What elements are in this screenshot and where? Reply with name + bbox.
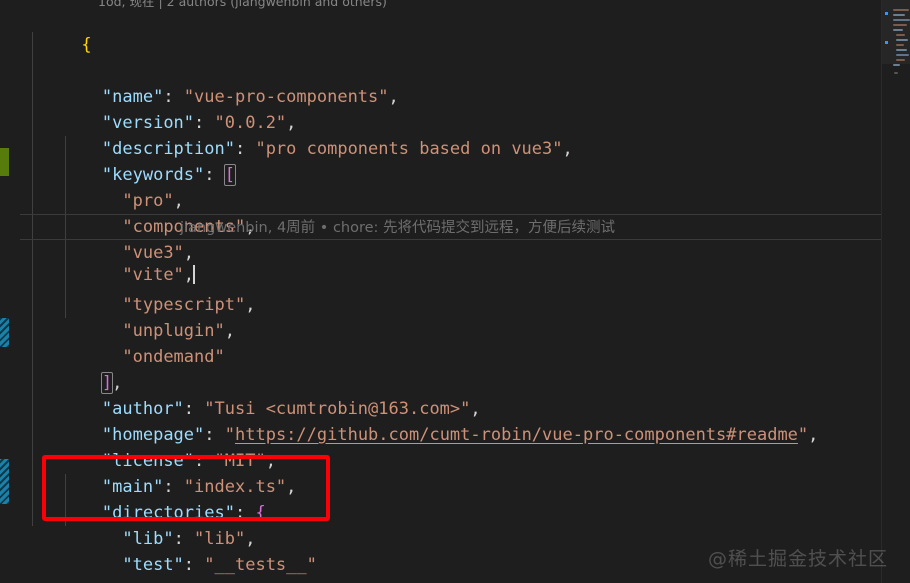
gutter-marker-added[interactable] bbox=[0, 148, 9, 176]
gutter-marker-modified[interactable] bbox=[0, 318, 9, 347]
code-line[interactable]: { bbox=[20, 6, 882, 55]
minimap-marker bbox=[885, 12, 888, 15]
token-colon: : bbox=[173, 529, 195, 549]
code-line[interactable]: "vue3", bbox=[20, 188, 882, 263]
code-content[interactable]: { "name": "vue-pro-components", "version… bbox=[20, 6, 882, 583]
indent-guide bbox=[65, 500, 66, 526]
minimap-line bbox=[896, 44, 904, 46]
indent-guide bbox=[32, 215, 33, 239]
minimap-line bbox=[896, 39, 908, 41]
code-line[interactable]: "lib": "lib", bbox=[20, 474, 882, 549]
minimap-line bbox=[896, 49, 907, 51]
minimap[interactable] bbox=[882, 0, 910, 583]
code-line[interactable]: "name": "vue-pro-components", bbox=[20, 32, 882, 107]
code-line[interactable]: "license": "MIT", bbox=[20, 396, 882, 471]
token-comma: , bbox=[245, 529, 256, 549]
indent-guide bbox=[32, 58, 33, 84]
indent-guide bbox=[65, 474, 66, 500]
indent-guide bbox=[32, 188, 33, 214]
code-line[interactable]: "pro", bbox=[20, 136, 882, 211]
minimap-line bbox=[896, 59, 905, 61]
minimap-line bbox=[896, 54, 909, 56]
inline-git-blame[interactable]: jiangwenbin, 4周前 • chore: 先将代码提交到远程，方便后续… bbox=[180, 215, 615, 241]
code-line[interactable]: "test": "__tests__" bbox=[20, 500, 882, 575]
code-line[interactable]: "components", bbox=[20, 162, 882, 237]
indent-guide bbox=[32, 292, 33, 318]
indent-guide bbox=[65, 162, 66, 188]
indent-guide bbox=[32, 240, 33, 266]
diff-gutter[interactable] bbox=[0, 0, 9, 583]
code-line[interactable]: "version": "0.0.2", bbox=[20, 58, 882, 133]
indent-guide bbox=[65, 136, 66, 162]
minimap-line bbox=[893, 24, 907, 26]
indent-guide bbox=[65, 188, 66, 214]
indent-guide bbox=[32, 474, 33, 500]
code-line[interactable]: ], bbox=[20, 318, 882, 394]
code-line[interactable]: "typescript", bbox=[20, 240, 882, 315]
code-line[interactable]: "description": "pro components based on … bbox=[20, 84, 882, 159]
indent-guide bbox=[65, 292, 66, 318]
minimap-line bbox=[896, 34, 905, 36]
minimap-marker bbox=[885, 41, 888, 44]
indent-guide bbox=[32, 136, 33, 162]
token-key-lib: "lib" bbox=[122, 529, 174, 549]
indent-guide bbox=[32, 266, 33, 292]
indent-guide bbox=[32, 344, 33, 370]
indent-guide bbox=[32, 84, 33, 110]
indent-guide bbox=[32, 318, 33, 344]
indent-guide bbox=[32, 162, 33, 188]
indent-guide bbox=[32, 422, 33, 448]
indent-guide bbox=[32, 110, 33, 136]
indent-guide bbox=[65, 215, 66, 239]
token-value-lib: "lib" bbox=[194, 529, 246, 549]
indent-guide bbox=[65, 266, 66, 292]
code-line[interactable]: "unplugin", bbox=[20, 266, 882, 341]
indent-guide bbox=[32, 500, 33, 526]
minimap-line bbox=[893, 29, 903, 31]
gutter-marker-modified[interactable] bbox=[0, 459, 9, 504]
minimap-line bbox=[893, 14, 905, 16]
code-line-current[interactable]: "vite", jiangwenbin, 4周前 • chore: 先将代码提交… bbox=[20, 214, 882, 285]
code-line[interactable]: "author": "Tusi <cumtrobin@163.com>", bbox=[20, 344, 882, 419]
indent-guide bbox=[32, 32, 33, 58]
code-line[interactable]: "homepage": "https://github.com/cumt-rob… bbox=[20, 370, 882, 445]
minimap-line bbox=[894, 72, 898, 74]
minimap-line bbox=[893, 9, 909, 11]
indent-guide bbox=[32, 448, 33, 474]
code-editor[interactable]: 1оd, 现在 | 2 authors (jiangwenbin and oth… bbox=[0, 0, 910, 583]
code-line[interactable]: "main": "index.ts", bbox=[20, 422, 882, 497]
code-line[interactable]: "ondemand" bbox=[20, 292, 882, 367]
minimap-line bbox=[893, 19, 910, 21]
indent-guide bbox=[32, 370, 33, 396]
token-colon: : bbox=[183, 555, 205, 575]
code-line[interactable]: "directories": { bbox=[20, 448, 882, 523]
code-line[interactable]: "keywords": [ bbox=[20, 110, 882, 186]
token-key-test: "test" bbox=[122, 555, 184, 575]
indent-guide bbox=[65, 240, 66, 266]
indent-guide bbox=[32, 396, 33, 422]
token-value-test: "__tests__" bbox=[204, 555, 317, 575]
minimap-line bbox=[893, 64, 900, 66]
